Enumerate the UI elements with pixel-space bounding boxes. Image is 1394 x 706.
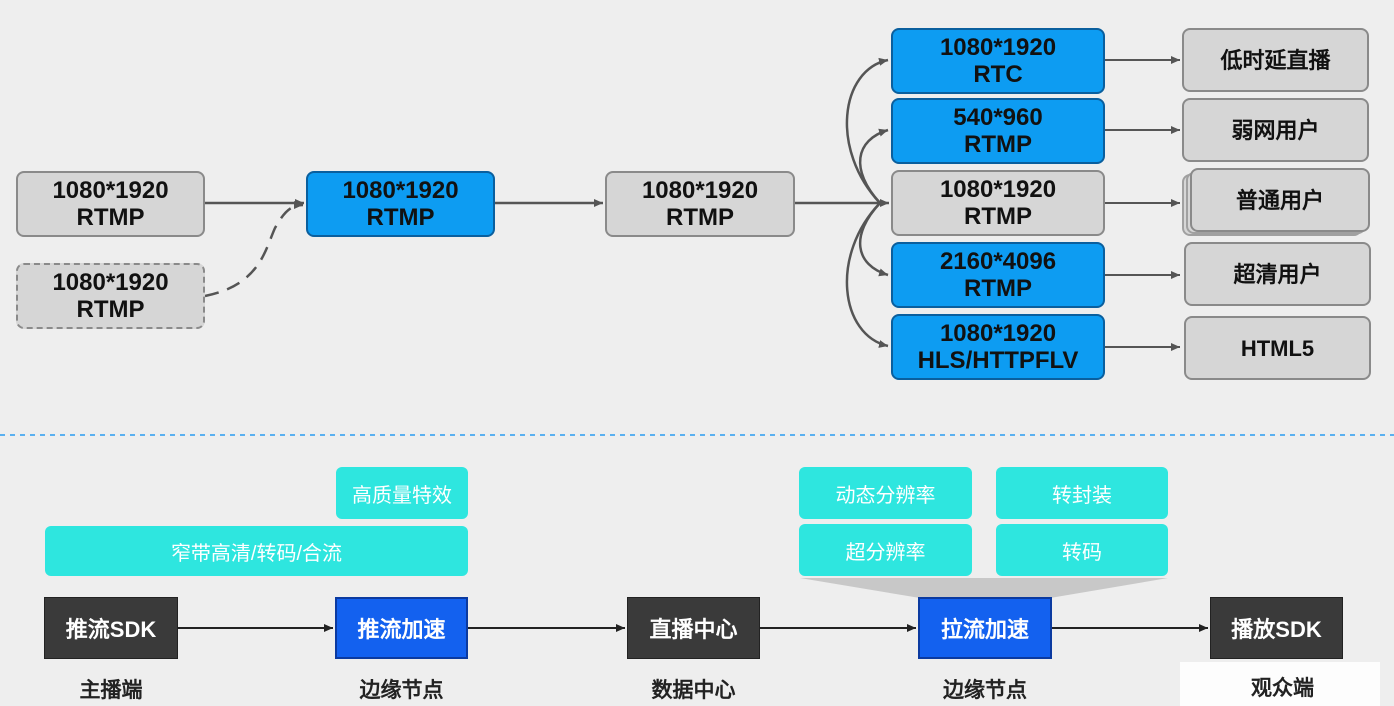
protocol-label: RTMP [366,204,435,231]
arrow-branch-540 [858,128,889,204]
node-pull-accel: 拉流加速 [918,597,1052,659]
target-label: 低时延直播 [1220,47,1331,73]
protocol-label: RTMP [76,296,145,323]
feature-transcode: 转码 [996,524,1168,576]
output-stream-2160: 2160*4096 RTMP [891,242,1105,308]
target-label: 普通用户 [1235,187,1324,213]
arrow-branch-2160 [858,202,889,277]
edge-push-box: 1080*1920 RTMP [306,171,495,237]
resolution-label: 1080*1920 [52,177,169,204]
resolution-label: 1080*1920 [939,176,1057,203]
target-low-latency: 低时延直播 [1182,28,1369,92]
feature-label: 超分辨率 [845,541,926,564]
protocol-label: RTMP [76,204,145,231]
caption-data-center: 数据中心 [651,679,736,702]
resolution-label: 1080*1920 [641,177,759,204]
arrow-branch-hls [845,202,889,348]
output-stream-1080: 1080*1920 RTMP [891,170,1105,236]
caption-viewer: 观众端 [1251,677,1314,700]
protocol-label: RTMP [964,203,1032,230]
node-label: 推流加速 [357,617,446,642]
target-label: HTML5 [1240,335,1315,361]
protocol-label: HLS/HTTPFLV [917,347,1079,374]
node-live-center: 直播中心 [627,597,760,659]
node-player-sdk: 播放SDK [1210,597,1343,659]
resolution-label: 1080*1920 [939,320,1057,347]
feature-dynamic-resolution: 动态分辨率 [799,467,972,519]
target-uhd-user: 超清用户 [1184,242,1371,306]
arrow-backup-to-edge [204,201,304,298]
feature-narrowband: 窄带高清/转码/合流 [45,526,468,576]
resolution-label: 2160*4096 [939,248,1057,275]
source-stream-box: 1080*1920 RTMP [16,171,205,237]
target-weak-network: 弱网用户 [1182,98,1369,162]
node-label: 拉流加速 [940,617,1029,642]
target-label: 超清用户 [1233,261,1322,287]
feature-label: 窄带高清/转码/合流 [170,542,343,565]
protocol-label: RTMP [666,204,734,231]
output-stream-hls: 1080*1920 HLS/HTTPFLV [891,314,1105,380]
target-html5: HTML5 [1184,316,1371,380]
protocol-label: RTMP [964,275,1032,302]
resolution-label: 1080*1920 [342,177,459,204]
center-stream-box: 1080*1920 RTMP [605,171,795,237]
resolution-label: 1080*1920 [52,269,169,296]
resolution-label: 540*960 [953,104,1043,131]
node-push-sdk: 推流SDK [44,597,178,659]
funnel-shadow [800,578,1168,598]
node-label: 推流SDK [65,617,157,642]
feature-hq-effects: 高质量特效 [336,467,468,519]
feature-label: 转码 [1062,541,1102,564]
backup-stream-box: 1080*1920 RTMP [16,263,205,329]
output-stream-540: 540*960 RTMP [891,98,1105,164]
target-label: 弱网用户 [1231,117,1320,143]
protocol-label: RTMP [964,131,1032,158]
target-normal-user: 普通用户 [1190,168,1370,232]
caption-anchor: 主播端 [79,679,143,702]
caption-edge-node: 边缘节点 [943,679,1027,702]
node-push-accel: 推流加速 [335,597,468,659]
output-stream-rtc: 1080*1920 RTC [891,28,1105,94]
feature-label: 转封装 [1052,484,1112,507]
caption-edge-node: 边缘节点 [359,679,444,702]
node-label: 直播中心 [649,617,738,642]
node-label: 播放SDK [1231,617,1322,642]
feature-label: 高质量特效 [352,484,452,507]
resolution-label: 1080*1920 [939,34,1057,61]
feature-repackage: 转封装 [996,467,1168,519]
feature-label: 动态分辨率 [835,484,936,507]
feature-super-resolution: 超分辨率 [799,524,972,576]
protocol-label: RTC [973,61,1023,88]
